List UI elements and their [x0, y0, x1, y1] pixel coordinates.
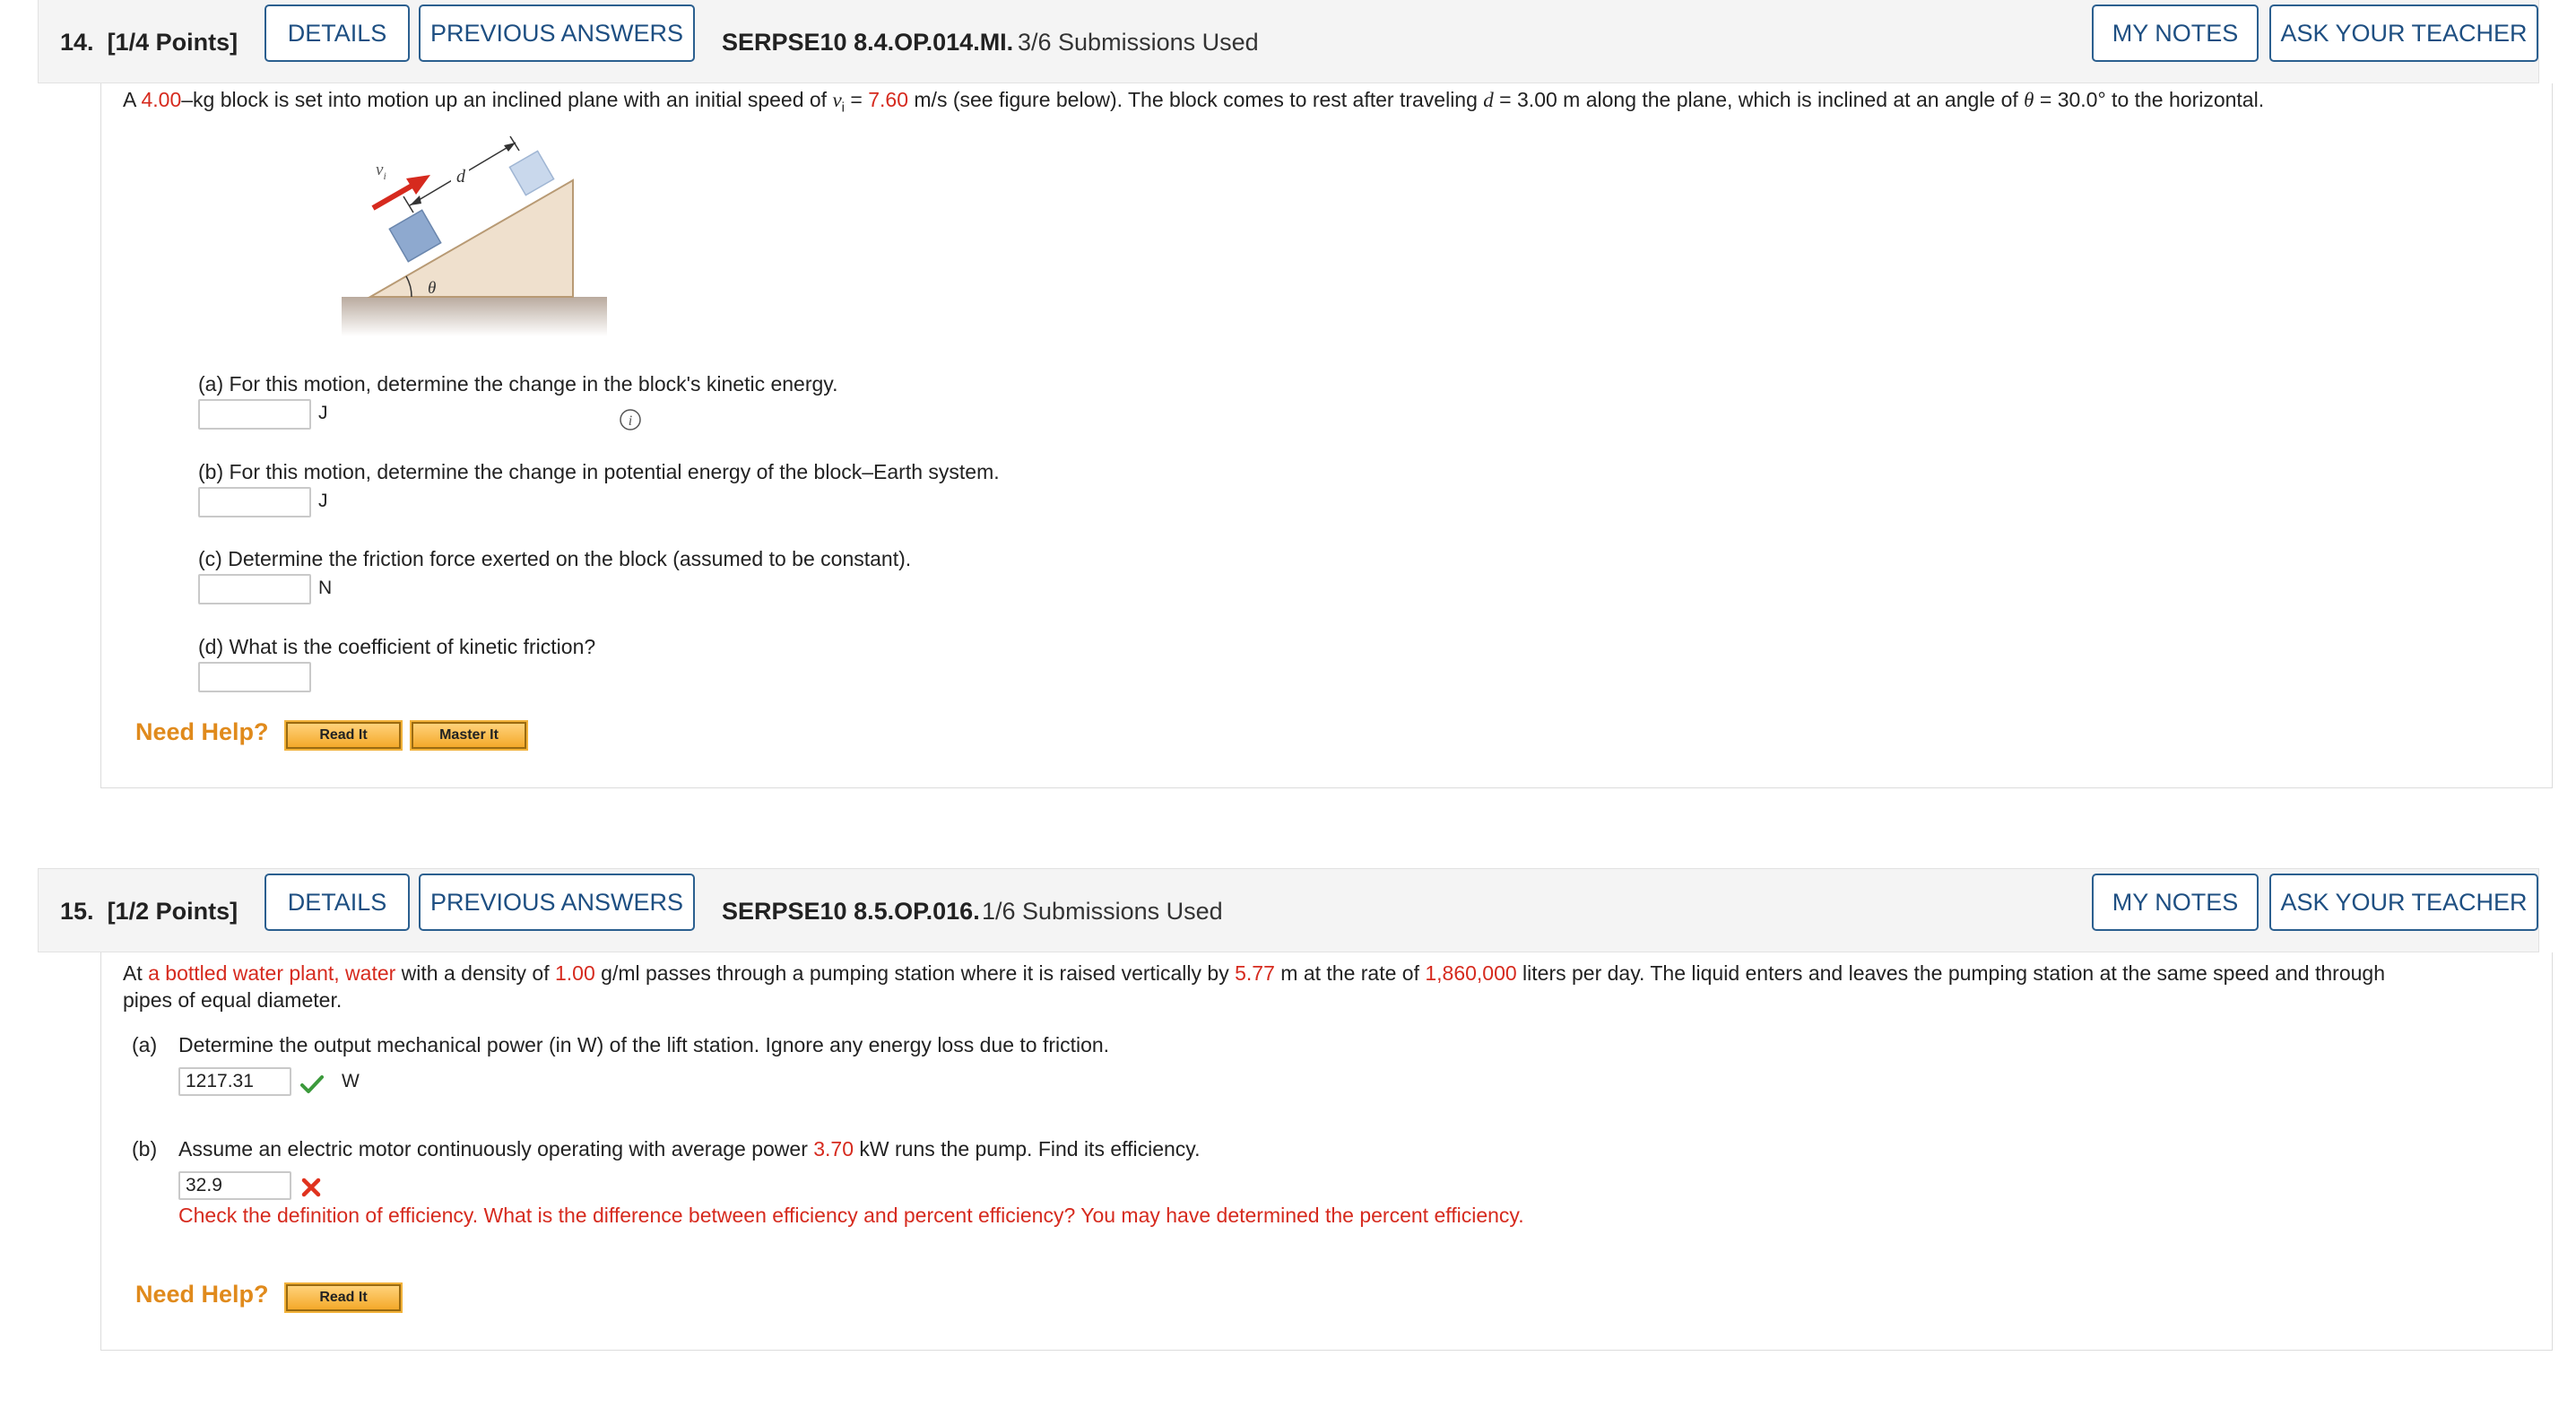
check-icon: [300, 1075, 324, 1093]
part-b-prompt: Assume an electric motor continuously op…: [178, 1137, 1201, 1161]
question-header: 14. [1/4 Points] DETAILS PREVIOUS ANSWER…: [38, 0, 2539, 83]
part-b-prompt: (b) For this motion, determine the chang…: [198, 460, 1000, 483]
part-b-answer-input[interactable]: [178, 1171, 291, 1200]
part-b-feedback: Check the definition of efficiency. What…: [178, 1204, 1524, 1227]
my-notes-button[interactable]: MY NOTES: [2092, 4, 2259, 62]
problem-statement: At a bottled water plant, water with a d…: [123, 961, 2385, 985]
block-start: [388, 209, 442, 263]
need-help-label: Need Help?: [135, 718, 269, 745]
ask-your-teacher-button[interactable]: ASK YOUR TEACHER: [2269, 874, 2538, 931]
part-a-prompt: Determine the output mechanical power (i…: [178, 1033, 1110, 1056]
part-c-unit: N: [318, 578, 333, 598]
part-d-answer-input[interactable]: [198, 662, 311, 692]
master-it-button[interactable]: Master It: [410, 720, 528, 751]
need-help-label: Need Help?: [135, 1281, 269, 1308]
ground: [342, 297, 607, 336]
submissions-used: 3/6 Submissions Used: [1018, 29, 1259, 56]
part-d-prompt: (d) What is the coefficient of kinetic f…: [198, 635, 596, 658]
part-a-answer-input[interactable]: [198, 399, 311, 430]
read-it-button[interactable]: Read It: [284, 720, 403, 751]
problem-statement: A 4.00–kg block is set into motion up an…: [123, 88, 2265, 116]
my-notes-button[interactable]: MY NOTES: [2092, 874, 2259, 931]
question-code: SERPSE10 8.5.OP.016.: [722, 898, 980, 925]
question-body: A 4.00–kg block is set into motion up an…: [100, 83, 2553, 788]
question-number: 15. [1/2 Points]: [60, 898, 239, 925]
velocity-label: vi: [376, 161, 386, 182]
part-c-prompt: (c) Determine the friction force exerted…: [198, 547, 912, 570]
details-button[interactable]: DETAILS: [265, 874, 410, 931]
details-button[interactable]: DETAILS: [265, 4, 410, 62]
part-b-label: (b): [132, 1137, 158, 1161]
angle-label: θ: [428, 279, 436, 298]
question-number: 14. [1/4 Points]: [60, 29, 239, 56]
part-c-answer-input[interactable]: [198, 574, 311, 604]
part-a-unit: J: [318, 403, 328, 423]
x-icon: [301, 1178, 321, 1197]
submissions-used: 1/6 Submissions Used: [982, 898, 1223, 925]
previous-answers-button[interactable]: PREVIOUS ANSWERS: [419, 4, 695, 62]
previous-answers-button[interactable]: PREVIOUS ANSWERS: [419, 874, 695, 931]
block-end: [508, 150, 555, 196]
question-header: 15. [1/2 Points] DETAILS PREVIOUS ANSWER…: [38, 868, 2539, 952]
question-body: At a bottled water plant, water with a d…: [100, 952, 2553, 1351]
part-a-answer-input[interactable]: [178, 1067, 291, 1096]
svg-text:i: i: [629, 413, 632, 429]
part-b-answer-input[interactable]: [198, 487, 311, 517]
points: [1/4 Points]: [107, 29, 239, 56]
part-a-label: (a): [132, 1033, 158, 1056]
question-code: SERPSE10 8.4.OP.014.MI.: [722, 29, 1014, 56]
part-b-unit: J: [318, 491, 328, 511]
points: [1/2 Points]: [107, 898, 239, 925]
part-a-unit: W: [342, 1071, 360, 1091]
problem-statement-line2: pipes of equal diameter.: [123, 988, 343, 1012]
distance-label: d: [456, 167, 466, 187]
read-it-button[interactable]: Read It: [284, 1282, 403, 1313]
part-a-prompt: (a) For this motion, determine the chang…: [198, 372, 838, 396]
ask-your-teacher-button[interactable]: ASK YOUR TEACHER: [2269, 4, 2538, 62]
